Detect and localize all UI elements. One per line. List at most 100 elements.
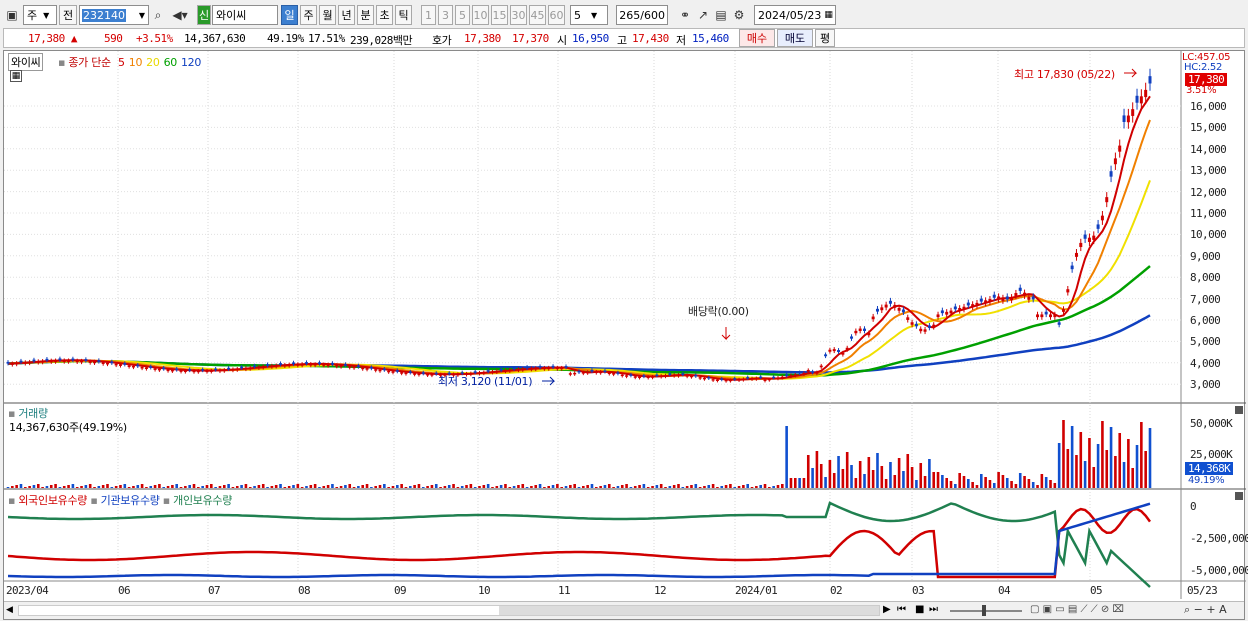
stock-name-field[interactable]: 와이씨 [212,5,278,25]
holding-panel-close-icon[interactable] [1235,492,1243,500]
volume-bar [573,484,576,488]
volume-bar [322,486,326,488]
save-icon[interactable]: ▤ [712,5,730,25]
candle-body [750,378,754,380]
rewind-icon[interactable]: ⏮ [897,604,906,615]
candle-body [927,325,931,328]
zoom-slider[interactable] [950,605,1022,616]
interval-button-45[interactable]: 45 [529,5,546,25]
all-button[interactable]: 전 [59,5,77,25]
settings-gear-icon[interactable]: ⚙ [730,5,748,25]
interval-button-10[interactable]: 10 [472,5,489,25]
candle-body [417,373,421,376]
candle-body [404,372,408,375]
volume-bar [1101,421,1104,488]
volume-bar [789,478,793,488]
holding-legend[interactable]: ▪ 외국인보유수량 ▪ 기관보유수량 ▪ 개인보유수량 [8,492,232,508]
volume-tick-50000k: 50,000K [1190,417,1233,430]
interval-button-3[interactable]: 3 [438,5,453,25]
volume-bar [1075,455,1078,488]
volume-bar [988,480,992,488]
volume-bar [149,486,153,488]
buy-button[interactable]: 매수 [739,29,775,47]
ma-line-10 [7,119,1151,381]
volume-bar [378,485,382,488]
interval-button-1[interactable]: 1 [421,5,436,25]
period-button-4[interactable]: 분 [357,5,374,25]
data-count-field[interactable]: 265/600 [616,5,668,25]
stock-name-tag[interactable]: 와이씨 [8,53,44,71]
volume-bar [274,485,278,488]
stop-icon[interactable]: ■ [915,604,924,615]
volume-bar [318,487,321,488]
period-button-5[interactable]: 초 [376,5,393,25]
candle-body [274,365,278,367]
candle-body [837,350,841,352]
search-icon[interactable]: ⌕ [149,5,167,25]
chart-area[interactable]: 와이씨 ▪ 종가 단순 5 10 20 60 120 ▦ LC:457.05 HC:2.… [3,50,1248,621]
volume-bar [802,478,806,488]
period-button-6[interactable]: 틱 [395,5,412,25]
interval-button-5[interactable]: 5 [455,5,470,25]
candle-body [486,370,490,372]
play-icon[interactable]: ▶ [883,604,891,615]
period-button-1[interactable]: 주 [300,5,317,25]
interval-button-60[interactable]: 60 [548,5,565,25]
candle-body [209,370,213,372]
volume-bar [646,487,650,488]
candle-body [720,378,724,380]
candle-body [741,378,745,381]
date-picker[interactable]: 2024/05/23 ▦ [754,5,836,25]
candle-body [529,368,533,370]
volume-bar [616,486,620,488]
sell-button[interactable]: 매도 [777,29,813,47]
table-grid-icon[interactable]: ▦ [10,70,22,82]
candle-body [1092,235,1096,240]
volume-panel-close-icon[interactable] [1235,406,1243,414]
volume-bar [971,482,974,488]
zoom-icons[interactable]: ⌕ − + A [1184,603,1227,617]
candle-body [914,323,918,327]
draw-tool-icon[interactable]: ↗ [694,5,712,25]
period-button-3[interactable]: 년 [338,5,355,25]
volume-bar [832,473,836,488]
interval-button-15[interactable]: 15 [491,5,508,25]
candle-body [391,371,395,373]
candle-body [940,310,944,314]
period-button-0[interactable]: 일 [281,5,298,25]
period-button-2[interactable]: 월 [319,5,336,25]
candle-body [266,364,270,366]
market-type-select[interactable]: 주 ▼ [23,5,57,25]
candle-body [270,365,274,368]
speaker-icon[interactable]: ◀▾ [167,5,193,25]
volume-bar [681,487,685,488]
volume-bar [1014,484,1018,488]
candle-body [997,296,1001,300]
average-button[interactable]: 평 [815,29,835,47]
interval-button-30[interactable]: 30 [510,5,527,25]
candle-body [521,368,525,371]
scroll-left-icon[interactable]: ◀ [6,605,13,615]
chevron-down-icon[interactable]: ▼ [139,11,145,20]
scroll-thumb[interactable] [499,606,879,615]
candle-body [676,374,680,377]
candle-body [759,376,763,378]
ma-label-5: 5 [118,56,125,69]
ma-legend[interactable]: ▪ 종가 단순 5 10 20 60 120 [58,54,201,70]
window-menu-icon[interactable]: ▣ [3,5,21,25]
scroll-track[interactable] [18,605,880,616]
chart-type-icon[interactable]: ⚭ [676,5,694,25]
panel-layout-icons[interactable]: ▢ ▣ ▭ ▤ ⟋ ⟋ ⊘ ⌧ [1030,604,1124,615]
volume-bar [222,485,226,488]
chart-scroll-bar[interactable]: ◀ ▶ ⏮ ■ ⏭ ▢ ▣ ▭ ▤ ⟋ ⟋ ⊘ ⌧ ⌕ − + A [4,601,1244,619]
candle-body [793,374,797,376]
volume-bar [962,476,966,488]
zoom-slider-handle[interactable] [982,605,986,616]
forward-icon[interactable]: ⏭ [929,604,938,615]
stock-code-input[interactable]: 232140 ▼ [79,5,149,25]
high-price: 17,430 [632,32,669,45]
volume-bar [776,485,780,488]
interval-select[interactable]: 5 ▼ [570,5,608,25]
chart-canvas[interactable] [4,51,1246,621]
volume-bar [716,487,719,488]
